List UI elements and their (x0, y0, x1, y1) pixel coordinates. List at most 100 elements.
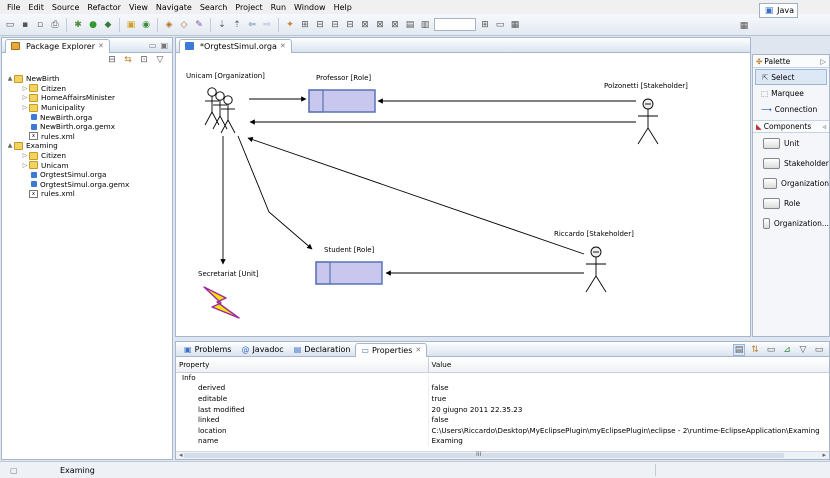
new-java-project-icon[interactable]: ▣ (125, 19, 137, 31)
expand-toggle-icon[interactable]: ▷ (21, 152, 29, 159)
view-menu-icon[interactable]: ▽ (797, 344, 809, 356)
menu-run[interactable]: Run (267, 3, 290, 12)
horizontal-scrollbar[interactable]: ◂ III ▸ (176, 451, 829, 459)
align-middle-icon[interactable]: ⊠ (374, 19, 386, 31)
minimize-icon[interactable]: ▭ (813, 344, 825, 356)
column-value[interactable]: Value (427, 357, 829, 373)
show-categories-icon[interactable]: ▤ (733, 344, 745, 356)
close-icon[interactable]: ✕ (98, 42, 104, 50)
drawer-collapse-icon[interactable]: ◃ (822, 122, 826, 131)
open-task-icon[interactable]: ◇ (178, 19, 190, 31)
tree-item[interactable]: ▷ HomeAffairsMinister (4, 93, 172, 103)
layout-icon[interactable]: ⊞ (299, 19, 311, 31)
expand-toggle-icon[interactable]: ▷ (21, 85, 29, 92)
save-all-icon[interactable]: ▫ (34, 19, 46, 31)
palette-tool-connection[interactable]: ⟶ Connection (755, 101, 827, 117)
polzonetti-stakeholder-node[interactable] (637, 98, 659, 145)
link-with-editor-icon[interactable]: ⇆ (122, 54, 134, 66)
palette-component[interactable]: Role (753, 193, 829, 213)
align-left-icon[interactable]: ⊟ (314, 19, 326, 31)
tree-item[interactable]: ▷ Citizen (4, 151, 172, 161)
menu-view[interactable]: View (125, 3, 152, 12)
property-row[interactable]: derived false (176, 382, 829, 394)
menu-refactor[interactable]: Refactor (83, 3, 125, 12)
tab-properties[interactable]: ▭ Properties ✕ (355, 342, 428, 357)
professor-role-node[interactable] (308, 89, 376, 113)
tree-item[interactable]: ▲ Examing (4, 141, 172, 151)
property-row[interactable]: last modified 20 giugno 2011 22.35.23 (176, 403, 829, 415)
riccardo-stakeholder-node[interactable] (585, 246, 607, 293)
unicam-organization-node[interactable] (204, 87, 236, 134)
menu-search[interactable]: Search (196, 3, 231, 12)
collapse-all-icon[interactable]: ⊟ (106, 54, 118, 66)
menu-project[interactable]: Project (231, 3, 266, 12)
tree-item[interactable]: OrgtestSimul.orga (4, 170, 172, 180)
fast-view-icon[interactable]: ▢ (10, 466, 22, 475)
align-bottom-icon[interactable]: ⊠ (389, 19, 401, 31)
pin-icon[interactable]: ⊿ (781, 344, 793, 356)
column-property[interactable]: Property (176, 357, 428, 373)
tab-javadoc[interactable]: @ Javadoc (236, 342, 288, 356)
external-tools-icon[interactable]: ◆ (102, 19, 114, 31)
tab-package-explorer[interactable]: Package Explorer ✕ (5, 38, 110, 53)
diagram-canvas[interactable]: Unicam [Organization] Professor [Role] P… (176, 54, 750, 336)
match-width-icon[interactable]: ▤ (404, 19, 416, 31)
menu-file[interactable]: File (3, 3, 24, 12)
maximize-icon[interactable]: ▣ (160, 41, 168, 50)
palette-component[interactable]: Stakeholder (753, 153, 829, 173)
property-row[interactable]: location C:\Users\Riccardo\Desktop\MyEcli… (176, 424, 829, 436)
palette-component[interactable]: Organization (753, 173, 829, 193)
scroll-right-icon[interactable]: ▸ (822, 451, 826, 459)
menu-edit[interactable]: Edit (24, 3, 48, 12)
tree-item[interactable]: ▷ Unicam (4, 160, 172, 170)
tree-item[interactable]: ▷ Municipality (4, 103, 172, 113)
menu-navigate[interactable]: Navigate (152, 3, 196, 12)
tab-declaration[interactable]: ▤ Declaration (289, 342, 356, 356)
align-top-icon[interactable]: ⊠ (359, 19, 371, 31)
new-package-icon[interactable]: ◉ (140, 19, 152, 31)
property-row[interactable]: linked false (176, 414, 829, 425)
menu-window[interactable]: Window (290, 3, 330, 12)
restore-default-icon[interactable]: ▭ (765, 344, 777, 356)
open-perspective-icon[interactable]: ▦ (738, 20, 750, 32)
link-icon[interactable]: ✦ (284, 19, 296, 31)
align-center-icon[interactable]: ⊟ (329, 19, 341, 31)
student-role-node[interactable] (315, 261, 383, 285)
tree-item[interactable]: ▷ Citizen (4, 84, 172, 94)
close-icon[interactable]: ✕ (415, 346, 421, 354)
run-icon[interactable]: ● (87, 19, 99, 31)
open-type-icon[interactable]: ◈ (163, 19, 175, 31)
tab-orgtestsimul[interactable]: *OrgtestSimul.orga ✕ (179, 38, 292, 53)
tree-item[interactable]: ▲ NewBirth (4, 74, 172, 84)
ruler-icon[interactable]: ▦ (509, 19, 521, 31)
close-icon[interactable]: ✕ (280, 42, 286, 50)
pen-icon[interactable]: ✎ (193, 19, 205, 31)
minimize-icon[interactable]: ▭ (149, 41, 157, 50)
palette-component[interactable]: Unit (753, 133, 829, 153)
palette-tool-select[interactable]: ⇱ Select (755, 69, 827, 85)
filter-icon[interactable]: ⊡ (138, 54, 150, 66)
java-perspective-button[interactable]: ▣ Java (759, 3, 798, 18)
menu-source[interactable]: Source (48, 3, 83, 12)
show-advanced-icon[interactable]: ⇅ (749, 344, 761, 356)
property-row[interactable]: Info (176, 372, 829, 383)
property-row[interactable]: editable true (176, 393, 829, 404)
align-right-icon[interactable]: ⊟ (344, 19, 356, 31)
grid-icon[interactable]: ⊞ (479, 19, 491, 31)
palette-tool-marquee[interactable]: ⬚ Marquee (755, 85, 827, 101)
debug-icon[interactable]: ✱ (72, 19, 84, 31)
expand-toggle-icon[interactable]: ▷ (21, 104, 29, 111)
tree-item[interactable]: OrgtestSimul.orga.gemx (4, 180, 172, 190)
components-drawer-header[interactable]: ◣ Components ◃ (753, 120, 829, 133)
next-annotation-icon[interactable]: ⇣ (216, 19, 228, 31)
new-icon[interactable]: ▭ (4, 19, 16, 31)
tree-item[interactable]: NewBirth.orga (4, 112, 172, 122)
back-icon[interactable]: ⇦ (246, 19, 258, 31)
tab-problems[interactable]: ▣ Problems (179, 342, 236, 356)
palette-collapse-icon[interactable]: ▷ (820, 57, 826, 66)
save-icon[interactable]: ▪ (19, 19, 31, 31)
tree-item[interactable]: x rules.xml (4, 189, 172, 199)
snap-icon[interactable]: ▭ (494, 19, 506, 31)
view-menu-icon[interactable]: ▽ (154, 54, 166, 66)
print-icon[interactable]: ⎙ (49, 19, 61, 31)
